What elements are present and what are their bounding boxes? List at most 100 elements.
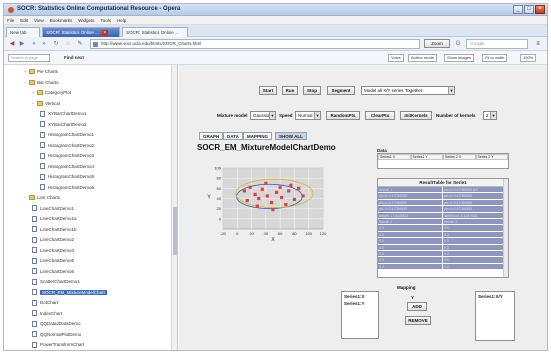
run-button[interactable]: Run [282,86,298,95]
zoom-level[interactable]: 100% [520,54,537,62]
speed-combo[interactable]: Normal ▼ [295,111,321,120]
tree-item[interactable]: PowerTransformChart [32,340,84,349]
tab-new[interactable]: New tab [6,27,40,37]
start-button[interactable]: Start [259,86,277,95]
random-pts-button[interactable]: RandomPts [326,111,360,120]
tree-item[interactable]: SOCR_EM_MixtureModelChart [32,288,107,297]
tab-socr-active[interactable]: SOCR: Statistics Online ... × [42,27,120,37]
menu-widgets[interactable]: Widgets [75,16,97,23]
title-bar: SOCR: Statistics Online Computational Re… [4,4,547,16]
tree-item-label: HistogramChartDemo3 [48,153,95,158]
menu-edit[interactable]: Edit [17,16,31,23]
tree-item[interactable]: LineChartDemo2 [32,235,74,244]
show-images-button[interactable]: Show images [444,54,475,62]
close-button[interactable]: × [535,5,545,14]
menu-tools[interactable]: Tools [98,16,115,23]
tab-socr-2[interactable]: SOCR: Statistics Online ... [122,27,188,37]
list-item[interactable]: Series1:Y [344,300,376,307]
tree-item[interactable]: QQNormalPlotDemo [32,330,81,339]
search-input[interactable]: Google [466,39,528,49]
find-input[interactable]: Search in page [8,54,50,62]
list-item[interactable]: Series1:X [344,293,376,300]
zoom-combo[interactable]: Zoom [424,39,450,48]
window-title: SOCR: Statistics Online Computational Re… [17,6,181,12]
fast-forward-icon[interactable]: » [40,40,48,48]
mapped-list[interactable]: Series1:X/Y [475,291,515,341]
url-field[interactable]: http://www.socr.ucla.edu/htmls/SOCR_Char… [90,39,420,49]
stop-button[interactable]: Stop [303,86,321,95]
minimize-button[interactable]: _ [513,5,523,14]
tree-scrollbar-thumb[interactable] [173,207,177,255]
series-mode-combo[interactable]: Model all X/Y series Together ▼ [361,86,455,95]
tree-item[interactable]: LineChartDemo5 [32,256,74,265]
column-header[interactable]: Series1 Y [410,154,443,160]
tree-item[interactable]: ScatterChartDemo1 [32,277,80,286]
add-button[interactable]: ADD [407,302,427,311]
home-icon[interactable]: ⌂ [64,40,72,48]
result-scrollbar[interactable] [503,179,508,277]
tree-item[interactable]: HistogramChartDemo5 [40,172,94,181]
menu-help[interactable]: Help [114,16,129,23]
tree-item[interactable]: − Line Charts [24,193,60,202]
column-header[interactable]: Series 2 X [443,154,476,160]
tree-item[interactable]: QQData2DataDemo [32,319,81,328]
tree-item[interactable]: HistogramChartDemo3 [40,151,94,160]
column-header[interactable]: Series 2 Y [475,154,508,160]
series-list[interactable]: Series1:X Series1:Y [341,291,379,339]
remove-button[interactable]: REMOVE [405,316,431,325]
search-engine-icon[interactable]: G [454,40,462,48]
fit-to-width-button[interactable]: Fit to width [482,54,508,62]
tree-item[interactable]: − Bar Charts [24,78,59,87]
tree-item[interactable]: DotChart [32,298,58,307]
tree-item[interactable]: IndexChart [32,309,62,318]
tree-scrollbar[interactable] [171,65,177,350]
menu-bookmarks[interactable]: Bookmarks [47,16,76,23]
init-kernels-button[interactable]: InitKernels [400,111,432,120]
tree-item[interactable]: LineChartDemo1a [32,214,77,223]
maximize-button[interactable]: □ [524,5,534,14]
back-icon[interactable]: ◀ [8,40,16,48]
tree-item[interactable]: LineChartDemo3 [32,246,74,255]
rewind-icon[interactable]: « [30,40,38,48]
author-mode-button[interactable]: Author mode [408,54,437,62]
menu-file[interactable]: File [4,16,17,23]
tab-graph[interactable]: GRAPH [199,132,224,140]
tab-mapping[interactable]: MAPPING [243,132,273,140]
segment-button[interactable]: Segment [327,86,355,95]
tree-item[interactable]: LineChartDemo1 [32,204,74,213]
tree-item[interactable]: − Vertical [32,99,60,108]
scatter-chart[interactable]: -20 0 20 40 60 80 100 120 0 20 40 60 80 100 X Y [197,143,327,244]
mixture-model-combo[interactable]: Gaussian ▼ [250,111,276,120]
clear-pts-button[interactable]: ClearPts [365,111,395,120]
menu-view[interactable]: View [31,16,47,23]
reload-icon[interactable]: ↻ [52,40,60,48]
voice-button[interactable]: Voice [388,54,404,62]
find-next-button[interactable]: Find next [64,55,84,60]
tree-item[interactable]: + CategoryPlot [32,88,71,97]
data-grid[interactable]: Series1 X Series1 Y Series 2 X Series 2 … [377,153,509,169]
tree-item[interactable]: LineChartDemo6 [32,267,74,276]
tab-close-icon[interactable]: × [101,29,108,36]
table-row[interactable]: 0.0 0.0 [378,263,508,271]
tree-item-label: Vertical [45,100,60,106]
kernels-combo[interactable]: 2 ▼ [483,111,497,120]
tree-item[interactable]: LineChartDemo1b [32,225,77,234]
tree-item[interactable]: HistogramChartDemo1 [40,130,94,139]
tab-data[interactable]: DATA [223,132,243,140]
tree-item-label: LineChartDemo1b [40,226,77,232]
tree-item[interactable]: HistogramChartDemo2 [40,141,94,150]
tree-item[interactable]: HistogramChartDemo4 [40,162,94,171]
column-header[interactable]: Series1 X [378,154,411,160]
tree-item[interactable]: + Pie Charts [24,67,58,76]
forward-icon[interactable]: ▶ [18,40,26,48]
tree-item[interactable]: XYBarChartDemo1 [40,109,87,118]
menu-icon[interactable]: ≡ [534,40,542,48]
result-table[interactable]: ResultTable for Serie1 Kernel 1 pts:4=0.4… [377,178,509,278]
favicon-icon [93,42,98,47]
tab-show-all[interactable]: SHOW ALL [275,132,307,140]
wand-icon[interactable]: ✎ [76,40,84,48]
chevron-down-icon: ▼ [490,112,496,119]
socr-main-panel: Start Run Stop Segment Model all X/Y ser… [179,65,547,350]
tree-item[interactable]: HistogramChartDemo6 [40,183,94,192]
tree-item[interactable]: XYBarChartDemo2 [40,120,87,129]
